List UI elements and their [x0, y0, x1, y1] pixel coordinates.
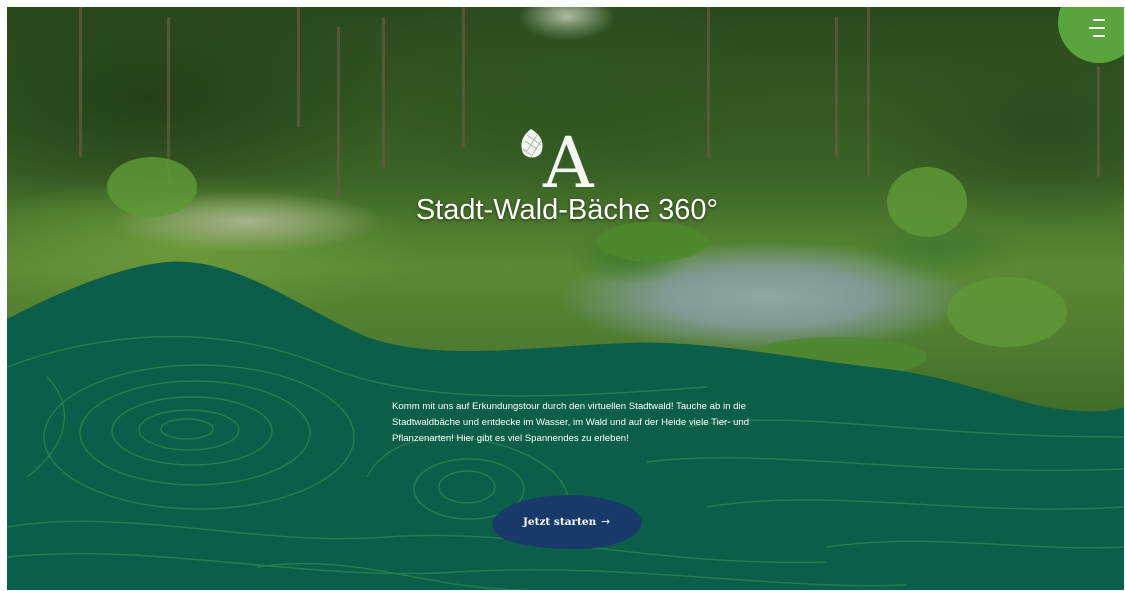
hamburger-menu-icon[interactable] [1085, 17, 1107, 41]
arrow-right-icon: → [601, 516, 611, 528]
svg-text:A: A [542, 123, 595, 193]
page-title: Stadt-Wald-Bäche 360° [415, 194, 719, 226]
start-button[interactable]: Jetzt starten → [489, 494, 644, 550]
start-button-label: Jetzt starten → [522, 516, 611, 528]
pinecone-letter-a-logo: A [521, 123, 595, 193]
page-frame: A Stadt-Wald-Bäche 360° Komm mit uns auf… [7, 7, 1124, 590]
pinecone-icon [521, 129, 543, 158]
intro-text: Komm mit uns auf Erkundungstour durch de… [392, 401, 750, 444]
